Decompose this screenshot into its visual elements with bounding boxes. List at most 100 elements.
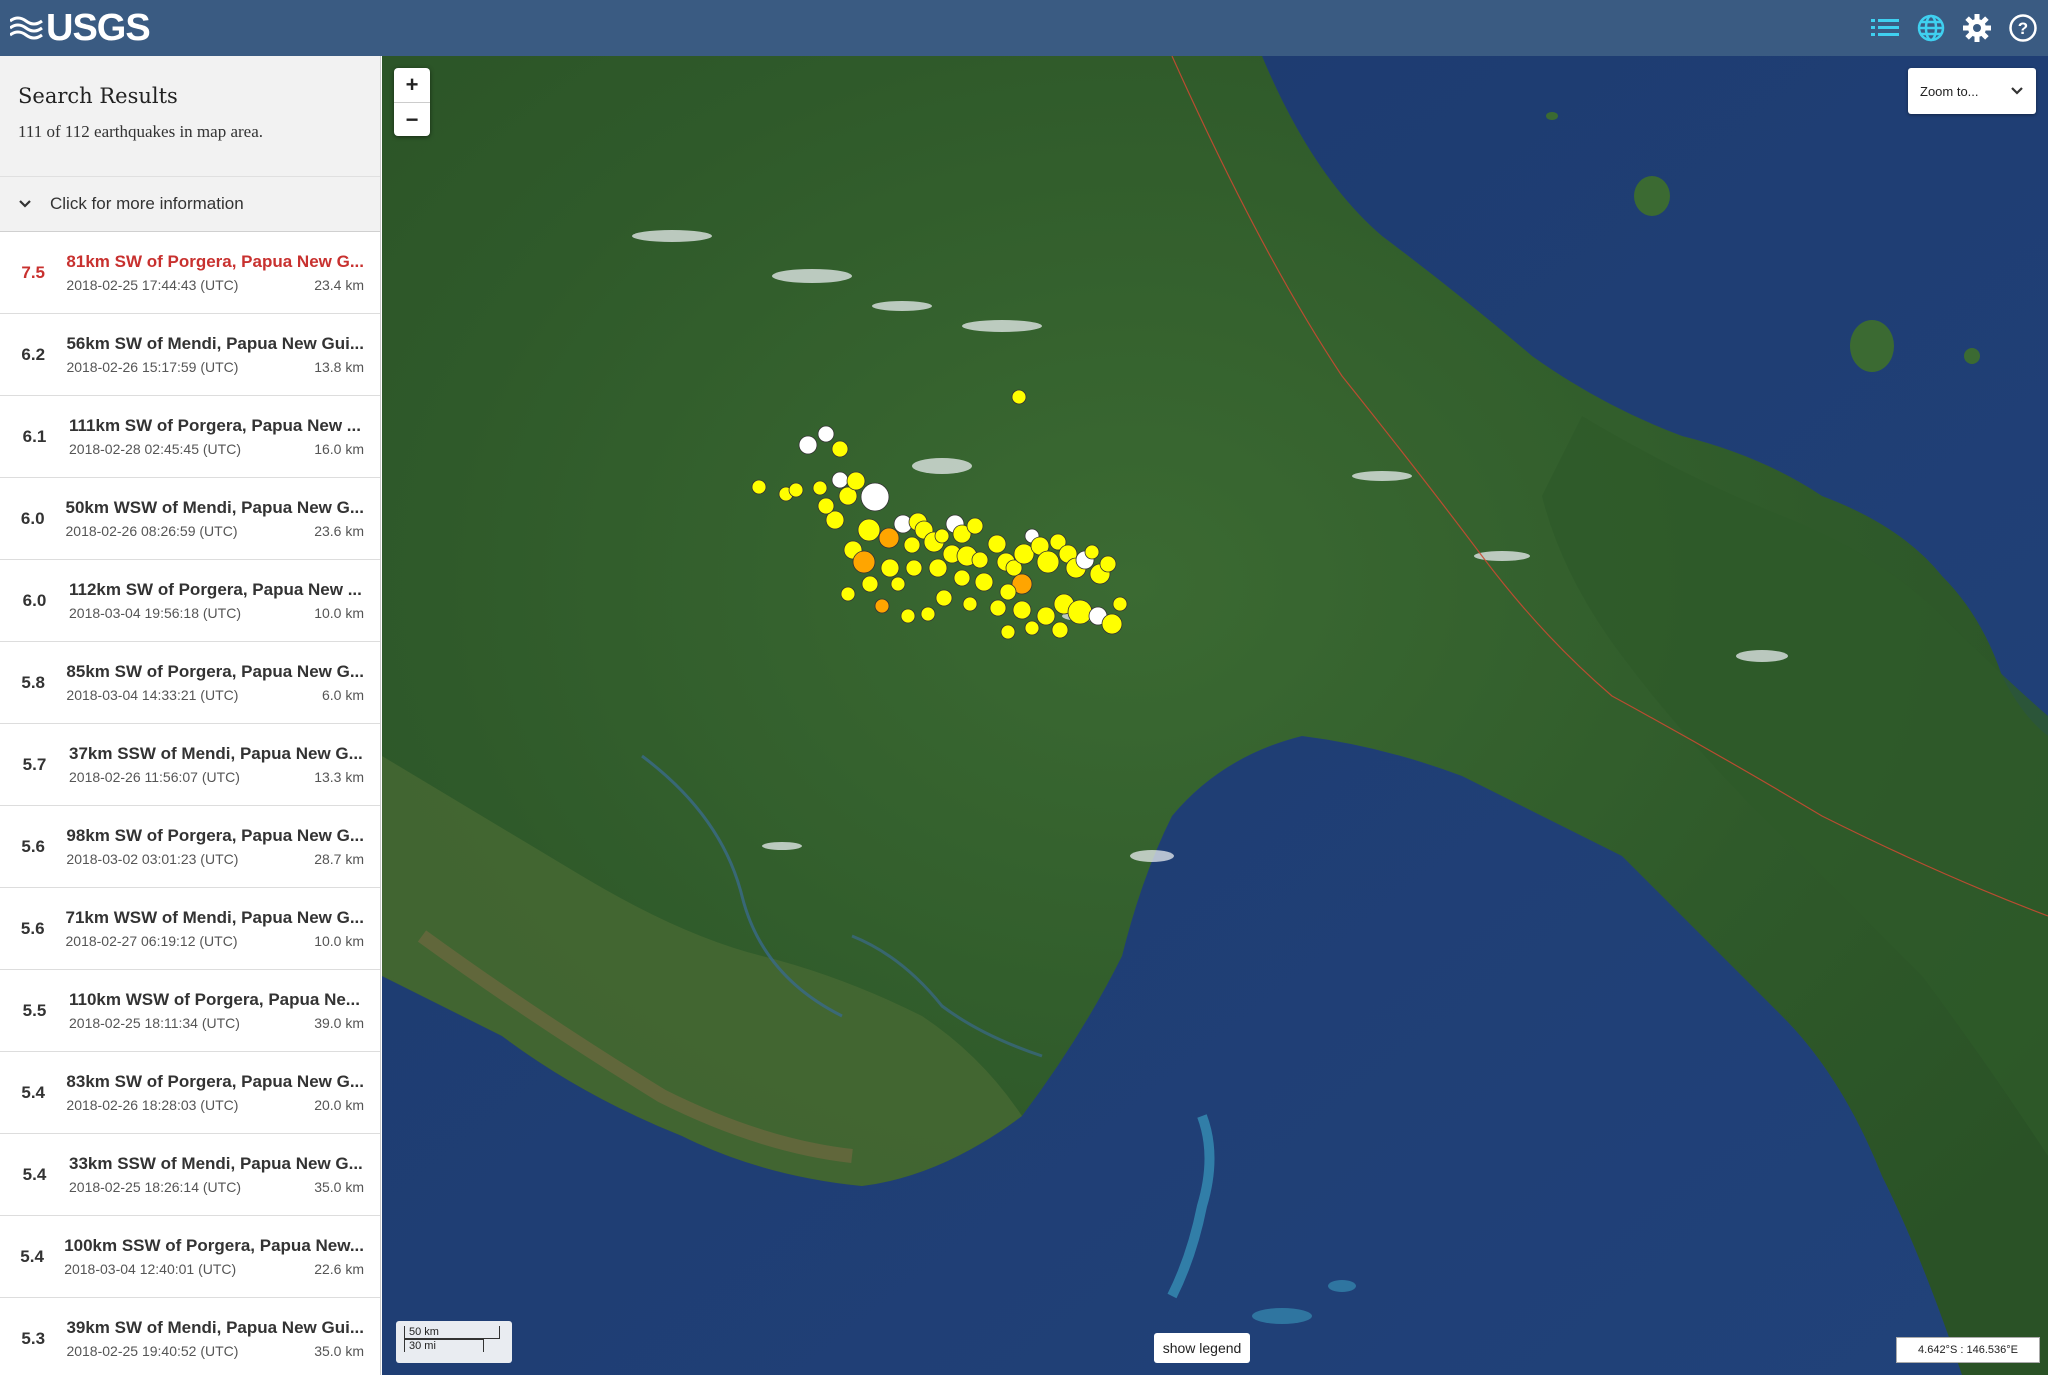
earthquake-marker[interactable]	[935, 589, 953, 607]
eq-depth: 35.0 km	[314, 1179, 364, 1195]
earthquake-list-item[interactable]: 5.6 71km WSW of Mendi, Papua New G... 2018…	[0, 888, 380, 970]
earthquake-list-item[interactable]: 5.5 110km WSW of Porgera, Papua Ne... 2018…	[0, 970, 380, 1052]
eq-place: 110km WSW of Porgera, Papua Ne...	[69, 990, 360, 1009]
earthquake-list-item[interactable]: 5.8 85km SW of Porgera, Papua New G... 201…	[0, 642, 380, 724]
eq-place: 33km SSW of Mendi, Papua New G...	[69, 1154, 363, 1173]
earthquake-marker[interactable]	[928, 558, 948, 578]
earthquake-list-item[interactable]: 5.4 83km SW of Porgera, Papua New G... 201…	[0, 1052, 380, 1134]
earthquake-marker[interactable]	[903, 536, 921, 554]
earthquake-marker[interactable]	[817, 425, 835, 443]
earthquake-marker[interactable]	[1099, 555, 1117, 573]
earthquake-marker[interactable]	[751, 479, 767, 495]
eq-place: 37km SSW of Mendi, Papua New G...	[69, 744, 363, 763]
eq-magnitude: 5.3	[21, 1328, 46, 1348]
earthquake-marker[interactable]	[1067, 599, 1093, 625]
earthquake-marker[interactable]	[1084, 544, 1100, 560]
earthquake-list-item[interactable]: 5.3 39km SW of Mendi, Papua New Gui... 201…	[0, 1298, 380, 1375]
earthquake-marker[interactable]	[1112, 596, 1128, 612]
earthquake-marker[interactable]	[812, 480, 828, 496]
earthquake-list-item[interactable]: 5.4 33km SSW of Mendi, Papua New G... 2018…	[0, 1134, 380, 1216]
eq-meta: 2018-02-28 02:45:45 (UTC) 16.0 km	[69, 441, 364, 457]
more-info-toggle[interactable]: Click for more information	[0, 176, 380, 232]
earthquake-marker[interactable]	[920, 606, 936, 622]
earthquake-marker[interactable]	[999, 583, 1017, 601]
earthquake-marker[interactable]	[971, 551, 989, 569]
zoom-to-select[interactable]: Zoom to...	[1908, 68, 2036, 114]
eq-magnitude: 5.6	[20, 918, 45, 938]
earthquake-marker[interactable]	[1036, 550, 1060, 574]
earthquake-marker[interactable]	[1012, 600, 1032, 620]
earthquake-list-item[interactable]: 5.7 37km SSW of Mendi, Papua New G... 2018…	[0, 724, 380, 806]
earthquake-marker[interactable]	[817, 497, 835, 515]
eq-time: 2018-02-26 18:28:03 (UTC)	[66, 1097, 239, 1113]
eq-time: 2018-02-25 19:40:52 (UTC)	[66, 1343, 239, 1359]
earthquake-list-item[interactable]: 5.6 98km SW of Porgera, Papua New G... 201…	[0, 806, 380, 888]
earthquake-marker[interactable]	[831, 471, 849, 489]
earthquake-marker[interactable]	[1051, 621, 1069, 639]
eq-magnitude: 6.0	[20, 508, 45, 528]
zoom-in-button[interactable]: +	[394, 68, 430, 102]
eq-details: 85km SW of Porgera, Papua New G... 2018-0…	[66, 662, 380, 703]
eq-magnitude: 7.5	[21, 262, 46, 282]
usgs-logo[interactable]: USGS	[10, 7, 151, 50]
satellite-basemap	[382, 56, 2048, 1375]
earthquake-marker[interactable]	[905, 559, 923, 577]
earthquake-marker[interactable]	[934, 528, 950, 544]
eq-meta: 2018-02-25 18:26:14 (UTC) 35.0 km	[69, 1179, 364, 1195]
svg-text:?: ?	[2018, 19, 2028, 38]
earthquake-list-item[interactable]: 6.1 111km SW of Porgera, Papua New ... 201…	[0, 396, 380, 478]
list-icon[interactable]	[1870, 13, 1900, 43]
earthquake-list-item[interactable]: 6.0 50km WSW of Mendi, Papua New G... 2018…	[0, 478, 380, 560]
earthquake-marker[interactable]	[840, 586, 856, 602]
earthquake-marker[interactable]	[974, 572, 994, 592]
show-legend-button[interactable]: show legend	[1154, 1333, 1250, 1363]
eq-details: 50km WSW of Mendi, Papua New G... 2018-02…	[66, 498, 381, 539]
eq-place: 83km SW of Porgera, Papua New G...	[66, 1072, 364, 1091]
map-scale: 50 km 30 mi	[396, 1321, 512, 1363]
earthquake-marker[interactable]	[798, 435, 818, 455]
zoom-out-button[interactable]: −	[394, 102, 430, 136]
earthquake-marker[interactable]	[861, 575, 879, 593]
earthquake-marker[interactable]	[1000, 624, 1016, 640]
gear-icon[interactable]	[1962, 13, 1992, 43]
earthquake-marker[interactable]	[880, 558, 900, 578]
earthquake-list-item[interactable]: 6.2 56km SW of Mendi, Papua New Gui... 201…	[0, 314, 380, 396]
eq-details: 112km SW of Porgera, Papua New ... 2018-0…	[69, 580, 380, 621]
eq-details: 83km SW of Porgera, Papua New G... 2018-0…	[66, 1072, 380, 1113]
earthquake-marker[interactable]	[860, 482, 890, 512]
map-view[interactable]: + − Zoom to... 50 km 30 mi show legend 4…	[382, 56, 2048, 1375]
earthquake-marker[interactable]	[846, 471, 866, 491]
earthquake-marker[interactable]	[1036, 606, 1056, 626]
earthquake-marker[interactable]	[878, 527, 900, 549]
earthquake-list-item[interactable]: 7.5 81km SW of Porgera, Papua New G... 201…	[0, 232, 380, 314]
scale-mi: 30 mi	[404, 1339, 484, 1352]
eq-place: 56km SW of Mendi, Papua New Gui...	[66, 334, 364, 353]
earthquake-marker[interactable]	[852, 550, 876, 574]
earthquake-list-item[interactable]: 6.0 112km SW of Porgera, Papua New ... 201…	[0, 560, 380, 642]
earthquake-marker[interactable]	[1101, 613, 1123, 635]
earthquake-marker[interactable]	[953, 569, 971, 587]
eq-magnitude: 6.2	[21, 344, 46, 364]
eq-meta: 2018-02-26 08:26:59 (UTC) 23.6 km	[66, 523, 365, 539]
earthquake-marker[interactable]	[857, 518, 881, 542]
earthquake-marker[interactable]	[989, 599, 1007, 617]
earthquake-marker[interactable]	[874, 598, 890, 614]
earthquake-marker[interactable]	[831, 440, 849, 458]
earthquake-marker[interactable]	[966, 517, 984, 535]
eq-details: 98km SW of Porgera, Papua New G... 2018-0…	[66, 826, 380, 867]
eq-meta: 2018-03-02 03:01:23 (UTC) 28.7 km	[66, 851, 364, 867]
earthquake-marker[interactable]	[962, 596, 978, 612]
eq-meta: 2018-02-26 11:56:07 (UTC) 13.3 km	[69, 769, 364, 785]
eq-meta: 2018-03-04 12:40:01 (UTC) 22.6 km	[64, 1261, 364, 1277]
earthquake-marker[interactable]	[890, 576, 906, 592]
earthquake-list: 7.5 81km SW of Porgera, Papua New G... 201…	[0, 232, 380, 1375]
help-icon[interactable]: ?	[2008, 13, 2038, 43]
earthquake-marker[interactable]	[1011, 389, 1027, 405]
earthquake-list-item[interactable]: 5.4 100km SSW of Porgera, Papua New... 201…	[0, 1216, 380, 1298]
eq-depth: 28.7 km	[314, 851, 364, 867]
globe-icon[interactable]	[1916, 13, 1946, 43]
earthquake-marker[interactable]	[987, 534, 1007, 554]
earthquake-marker[interactable]	[1024, 620, 1040, 636]
earthquake-marker[interactable]	[900, 608, 916, 624]
earthquake-marker[interactable]	[788, 482, 804, 498]
